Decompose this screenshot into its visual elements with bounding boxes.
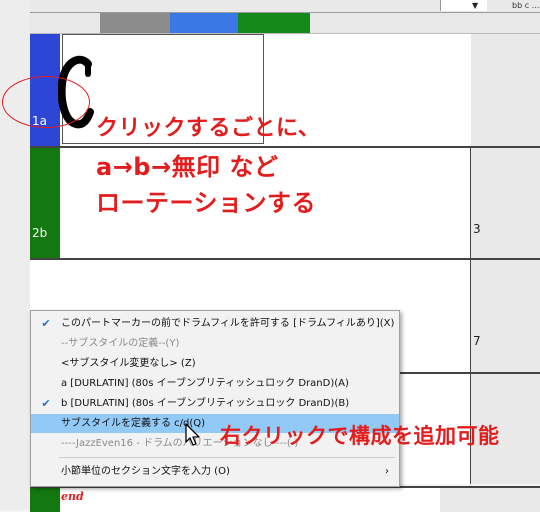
measure-column <box>471 34 540 146</box>
measure-number: 7 <box>473 334 481 348</box>
section-color-strip <box>30 13 540 34</box>
menu-item-no-substyle[interactable]: <サブスタイル変更なし> (Z) <box>31 354 399 373</box>
highlight-circle <box>2 76 90 128</box>
measure-number: 3 <box>473 222 481 236</box>
menu-item-substyle-b[interactable]: ✔ b [DURLATIN] (80s イーブンブリティッシュロック DranD… <box>31 394 399 413</box>
chevron-down-icon[interactable]: ▼ <box>472 0 478 11</box>
toolbar-dropdown[interactable] <box>440 0 487 11</box>
context-menu: ✔ このパートマーカーの前でドラムフィルを許可する [ドラムフィルあり](X) … <box>30 310 400 487</box>
strip-segment-gray[interactable] <box>100 13 170 33</box>
measure-column <box>471 260 540 372</box>
strip-segment-blue[interactable] <box>170 13 238 33</box>
menu-item-substyle-header: --サブスタイルの定義--(Y) <box>61 338 180 349</box>
annotation-line-1: クリックするごとに、 <box>96 116 321 141</box>
section-row-end: end <box>30 486 540 512</box>
part-marker-end[interactable] <box>30 488 60 512</box>
annotation-line-2: a→b→無印 など <box>96 153 279 181</box>
menu-item-section-text[interactable]: 小節単位のセクション文字を入力 (O) › <box>31 462 399 481</box>
annotation-line-3: ローテーションする <box>96 189 317 217</box>
strip-segment-green[interactable] <box>238 13 310 33</box>
chevron-right-icon: › <box>385 466 389 477</box>
menu-item-allow-drum-fill[interactable]: ✔ このパートマーカーの前でドラムフィルを許可する [ドラムフィルあり](X) <box>31 314 399 333</box>
check-icon: ✔ <box>41 397 51 410</box>
menu-divider <box>59 457 395 458</box>
toolbar-right-text: bb c ... <box>512 1 540 10</box>
menu-item-substyle-a[interactable]: a [DURLATIN] (80s イーブンブリティッシュロック DranD)(… <box>31 374 399 393</box>
measure-column <box>440 488 540 512</box>
top-toolbar: ▼ bb c ... <box>30 0 540 13</box>
measure-column <box>471 148 540 258</box>
part-marker-2b[interactable]: 2b <box>30 148 60 258</box>
mouse-cursor-icon <box>185 423 200 446</box>
annotation-menu: 右クリックで構成を追加可能 <box>220 424 500 448</box>
part-marker-label: 2b <box>32 226 48 240</box>
end-label: end <box>61 490 84 503</box>
left-margin <box>0 0 30 510</box>
check-icon: ✔ <box>41 317 51 330</box>
